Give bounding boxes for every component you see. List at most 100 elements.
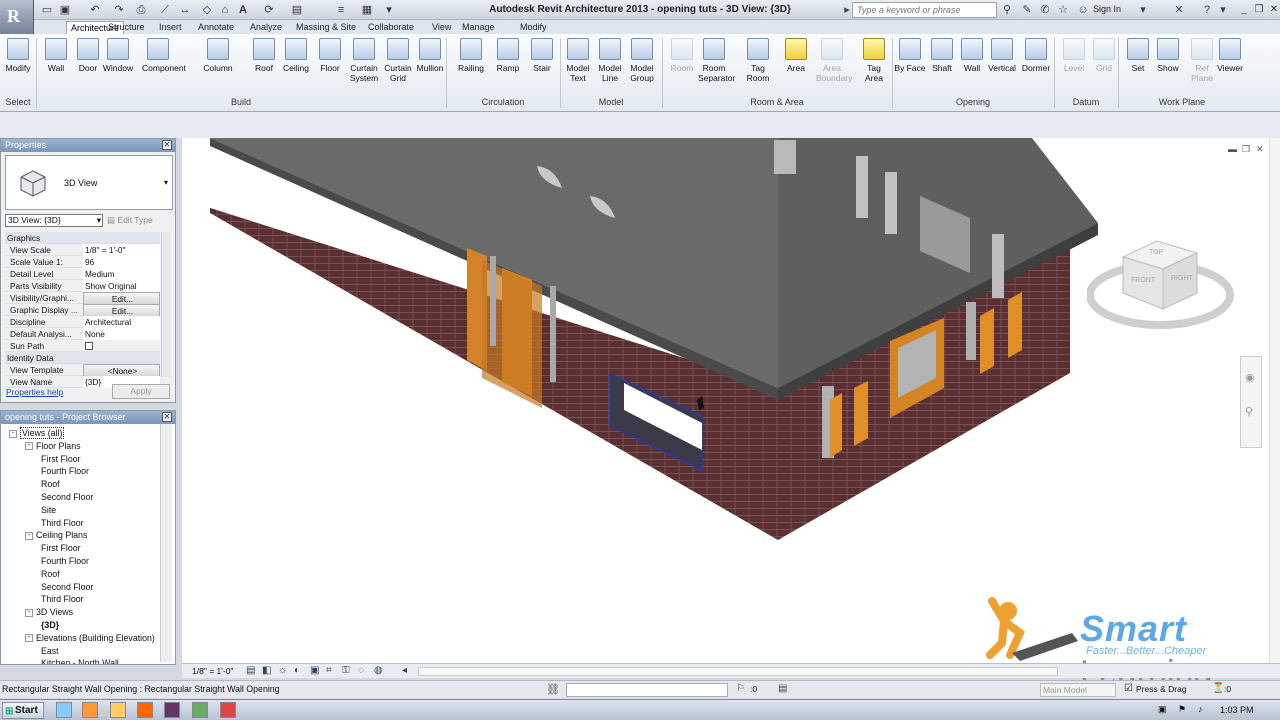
tool-stair-button[interactable]: Stair	[526, 38, 558, 73]
minimize-icon[interactable]: _	[1236, 3, 1252, 16]
binoculars-icon[interactable]: ⚲	[1000, 3, 1014, 17]
panel-datum[interactable]: Datum	[1054, 97, 1118, 107]
property-row[interactable]: Detail Level Medium	[5, 268, 160, 280]
network-icon[interactable]: ▣	[1158, 704, 1167, 715]
ie-icon[interactable]	[56, 702, 72, 718]
panel-opening[interactable]: Opening	[892, 97, 1054, 107]
view-minimize-icon[interactable]: ▬	[1228, 144, 1237, 154]
tool-viewer-button[interactable]: Viewer	[1214, 38, 1246, 73]
property-row[interactable]: Discipline Architectural	[5, 316, 160, 328]
tool-floor-button[interactable]: Floor	[314, 38, 346, 73]
reveal-hidden-icon[interactable]: ◍	[374, 665, 383, 676]
temporary-hide-icon[interactable]: ◌	[358, 665, 364, 676]
zoom-icon[interactable]: ⚲	[1245, 405, 1253, 418]
property-row[interactable]: Sun Path	[5, 340, 160, 352]
tool-vertical-button[interactable]: Vertical	[986, 38, 1018, 73]
tool-set-button[interactable]: Set	[1122, 38, 1154, 73]
undo-icon[interactable]: ↶	[88, 3, 102, 17]
editing-requests-icon[interactable]: ⚐	[736, 683, 745, 694]
tool-mullion-button[interactable]: Mullion	[414, 38, 446, 73]
panel-select[interactable]: Select	[0, 97, 36, 107]
tool-tag-room-button[interactable]: Tag Room	[742, 38, 774, 83]
volume-icon[interactable]: ♪	[1198, 704, 1203, 714]
property-row[interactable]: View Template <None>	[5, 364, 160, 378]
window-frame[interactable]	[830, 393, 842, 458]
view-close-icon[interactable]: ✕	[1256, 144, 1264, 155]
panel-build[interactable]: Build	[36, 97, 446, 107]
qat-customize-icon[interactable]: ▾	[382, 3, 396, 17]
tool-component-button[interactable]: Component	[142, 38, 186, 73]
window-frame[interactable]	[1008, 292, 1022, 358]
worksets-icon[interactable]: ⛓	[546, 683, 560, 696]
help-dropdown-icon[interactable]: ▾	[1216, 3, 1230, 17]
sync-icon[interactable]: ⟳	[262, 3, 276, 17]
media-icon[interactable]	[82, 702, 98, 718]
browser-node[interactable]: Fourth Floor	[41, 555, 89, 567]
model-dropdown[interactable]: Main Model	[1040, 683, 1116, 697]
pdf-icon[interactable]	[220, 702, 236, 718]
horizontal-scrollbar[interactable]	[418, 667, 1058, 676]
tab-massing-site[interactable]: Massing & Site	[292, 21, 360, 34]
tag-icon[interactable]: ◇	[200, 3, 214, 17]
tool-ramp-button[interactable]: Ramp	[492, 38, 524, 73]
tool-door-button[interactable]: Door	[72, 38, 104, 73]
panel-circulation[interactable]: Circulation	[446, 97, 560, 107]
close-hidden-icon[interactable]: ▤	[290, 3, 304, 17]
filter-icon[interactable]: ⏳	[1212, 683, 1224, 694]
viewport-scrollbar[interactable]	[1269, 138, 1280, 663]
tool-model-group-button[interactable]: Model Group	[626, 38, 658, 83]
apply-button[interactable]: Apply	[112, 384, 170, 399]
redo-icon[interactable]: ↷	[112, 3, 126, 17]
tab-analyze[interactable]: Analyze	[246, 21, 286, 34]
browser-node[interactable]: Kitchen - North Wall	[41, 657, 119, 664]
browser-node[interactable]: First Floor	[41, 453, 81, 465]
tab-manage[interactable]: Manage	[458, 21, 499, 34]
close-icon[interactable]: ✕	[1266, 3, 1280, 16]
browser-node[interactable]: -3D Views	[25, 606, 73, 618]
workset-dropdown[interactable]	[566, 683, 728, 697]
folder-icon[interactable]	[110, 702, 126, 718]
tool-shaft-button[interactable]: Shaft	[926, 38, 958, 73]
tool-roof-button[interactable]: Roof	[248, 38, 280, 73]
view-scale[interactable]: 1/8" = 1'-0"	[192, 666, 233, 676]
tab-modify[interactable]: Modify	[516, 21, 551, 34]
tool-tag-area-button[interactable]: Tag Area	[858, 38, 890, 83]
view-restore-icon[interactable]: ❐	[1242, 144, 1250, 155]
view-selector[interactable]: 3D View: {3D} ▾	[5, 214, 103, 227]
3d-viewport[interactable]: TOP FRONT RIGHT ▬ ❐ ✕ ◉ ⚲	[182, 138, 1280, 663]
property-category[interactable]: Graphics	[5, 232, 160, 244]
window-frame[interactable]	[854, 381, 868, 446]
close-icon[interactable]: ✕	[162, 412, 172, 422]
panel-work-plane[interactable]: Work Plane	[1118, 97, 1246, 107]
tool-curtain-grid-button[interactable]: Curtain Grid	[382, 38, 414, 83]
browser-node[interactable]: Second Floor	[41, 581, 93, 593]
switch-windows-icon[interactable]: ▦	[360, 3, 374, 17]
exchange-apps-icon[interactable]: ✕	[1172, 3, 1186, 17]
collapse-toggle-icon[interactable]: -	[25, 608, 33, 617]
browser-node[interactable]: - Elevations (Building Elevation)	[25, 632, 155, 644]
property-row[interactable]: Default Analysi... None	[5, 328, 160, 340]
user-icon[interactable]: ☺	[1076, 3, 1090, 17]
tool-by-face-button[interactable]: By Face	[894, 38, 926, 73]
tool-show-button[interactable]: Show	[1152, 38, 1184, 73]
tool-area-boundary-button[interactable]: Area Boundary	[816, 38, 852, 83]
browser-node[interactable]: - Views (all)	[9, 427, 65, 439]
lock-icon[interactable]: ⚿	[342, 665, 350, 676]
tool-room-separator-button[interactable]: Room Separator	[698, 38, 735, 83]
close-icon[interactable]: ✕	[162, 140, 172, 150]
open-icon[interactable]: ▭	[40, 3, 54, 17]
tool-column-button[interactable]: Column	[202, 38, 234, 73]
tool-room-button[interactable]: Room	[666, 38, 698, 73]
sign-in-dropdown-icon[interactable]: ▾	[1136, 3, 1150, 17]
browser-node[interactable]: Fourth Floor	[41, 465, 89, 477]
browser-node[interactable]: First Floor	[41, 542, 81, 554]
tool-grid-button[interactable]: Grid	[1088, 38, 1120, 73]
browser-node[interactable]: Third Floor	[41, 593, 84, 605]
revit-taskbar-icon[interactable]	[164, 702, 180, 718]
start-button[interactable]: ⊞ Start	[2, 702, 44, 719]
steering-wheel-icon[interactable]: ◉	[1245, 371, 1255, 384]
tab-annotate[interactable]: Annotate	[194, 21, 238, 34]
tool-model-text-button[interactable]: Model Text	[562, 38, 594, 83]
viewcube-front[interactable]: FRONT	[1131, 277, 1155, 284]
property-category[interactable]: Identity Data	[5, 352, 160, 364]
